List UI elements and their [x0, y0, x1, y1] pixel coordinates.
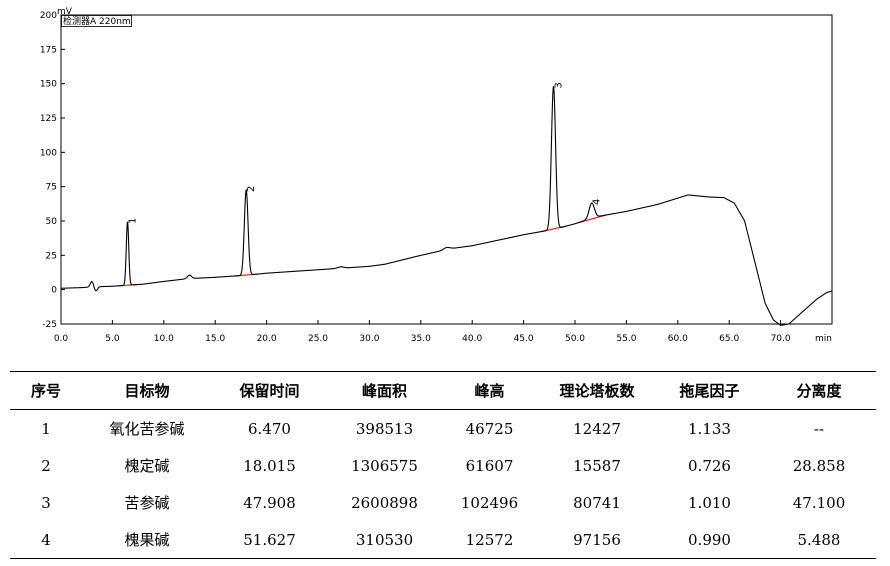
cell-tailing-factor: 1.010 — [688, 493, 731, 512]
x-tick-label: 0.0 — [54, 334, 69, 344]
x-tick-label: 25.0 — [308, 334, 328, 344]
cell-retention-time: 6.470 — [248, 419, 291, 438]
peak-baselines — [118, 214, 607, 287]
cell-peak-height: 102496 — [460, 493, 519, 512]
cell-tailing-factor: 0.726 — [688, 456, 731, 475]
cell-tailing-factor: 1.133 — [688, 419, 731, 438]
x-tick-label: 45.0 — [514, 334, 534, 344]
x-tick-label: 55.0 — [616, 334, 636, 344]
header-retention-time: 保留时间 — [212, 371, 327, 410]
peak-labels: 1 2 3 4 — [128, 82, 603, 224]
table-row: 3 苦参碱 47.908 2600898 102496 80741 1.010 … — [10, 484, 876, 521]
cell-peak-area: 398513 — [355, 419, 414, 438]
cell-peak-area: 2600898 — [351, 493, 418, 512]
header-index: 序号 — [10, 371, 82, 410]
cell-index: 2 — [41, 456, 51, 475]
y-tick-label: 25 — [46, 251, 57, 261]
cell-plate-number: 12427 — [573, 419, 621, 438]
y-tick-label: 0 — [51, 286, 57, 296]
cell-peak-height: 61607 — [465, 456, 514, 475]
cell-retention-time: 47.908 — [243, 493, 296, 512]
y-tick-label: -25 — [42, 320, 57, 330]
x-tick-label: 30.0 — [359, 334, 379, 344]
cell-resolution: 47.100 — [792, 493, 846, 512]
peak-label: 1 — [128, 218, 139, 224]
cell-retention-time: 51.627 — [212, 521, 327, 559]
header-plate-number: 理论塔板数 — [537, 371, 657, 410]
chromatogram-trace — [61, 85, 833, 326]
cell-peak-height: 12572 — [442, 521, 537, 559]
table-row: 4 槐果碱 51.627 310530 12572 97156 0.990 5.… — [10, 521, 876, 559]
x-tick-label: 15.0 — [205, 334, 225, 344]
x-tick-label: 50.0 — [565, 334, 585, 344]
table-row: 1 氧化苦参碱 6.470 398513 46725 12427 1.133 -… — [10, 410, 876, 448]
peak-label: 2 — [246, 186, 257, 192]
detector-label: 检测器A 220nm — [63, 15, 131, 27]
y-tick-label: 200 — [40, 11, 57, 21]
header-resolution: 分离度 — [762, 371, 876, 410]
peak-label: 4 — [592, 199, 603, 205]
cell-peak-height: 46725 — [465, 419, 514, 438]
cell-plate-number: 80741 — [573, 493, 621, 512]
header-peak-area: 峰面积 — [327, 371, 442, 410]
y-tick-label: 175 — [40, 45, 57, 55]
cell-plate-number: 15587 — [573, 456, 621, 475]
cell-target: 苦参碱 — [124, 494, 170, 512]
table-row: 2 槐定碱 18.015 1306575 61607 15587 0.726 2… — [10, 447, 876, 484]
x-tick-label: 65.0 — [719, 334, 739, 344]
cell-target: 槐定碱 — [124, 457, 170, 475]
cell-peak-area: 1306575 — [351, 456, 418, 475]
y-tick-label: 125 — [40, 114, 57, 124]
header-tailing-factor: 拖尾因子 — [657, 371, 762, 410]
y-tick-label: 100 — [40, 148, 57, 158]
cell-peak-area: 310530 — [327, 521, 442, 559]
cell-index: 1 — [41, 419, 51, 438]
y-tick-label: 150 — [40, 80, 57, 90]
plot-frame — [60, 14, 833, 325]
x-tick-label: 10.0 — [154, 334, 174, 344]
results-table: 序号 目标物 保留时间 峰面积 峰高 理论塔板数 拖尾因子 分离度 1 氧化苦参… — [10, 371, 876, 559]
chromatogram: -25 0 25 50 75 100 125 150 175 200 0.0 5.0 10.0 15.0… — [40, 7, 833, 344]
y-tick-label: 50 — [46, 217, 58, 227]
x-tick-label: 40.0 — [462, 334, 482, 344]
cell-target: 槐果碱 — [82, 521, 212, 559]
peak-label: 3 — [553, 82, 564, 88]
cell-tailing-factor: 0.990 — [657, 521, 762, 559]
cell-resolution: -- — [813, 419, 825, 438]
cell-target: 氧化苦参碱 — [109, 420, 185, 438]
x-tick-label: 35.0 — [411, 334, 431, 344]
header-target: 目标物 — [82, 371, 212, 410]
cell-plate-number: 97156 — [537, 521, 657, 559]
y-tick-label: 75 — [46, 183, 57, 193]
x-tick-label: 70.0 — [771, 334, 791, 344]
x-axis-unit: min — [815, 334, 832, 344]
x-tick-label: 20.0 — [257, 334, 277, 344]
cell-resolution: 28.858 — [792, 456, 846, 475]
cell-index: 3 — [41, 493, 51, 512]
cell-retention-time: 18.015 — [243, 456, 296, 475]
table-header-row: 序号 目标物 保留时间 峰面积 峰高 理论塔板数 拖尾因子 分离度 — [10, 371, 876, 410]
cell-index: 4 — [10, 521, 82, 559]
cell-resolution: 5.488 — [762, 521, 876, 559]
x-tick-label: 5.0 — [105, 334, 120, 344]
header-peak-height: 峰高 — [442, 371, 537, 410]
x-tick-label: 60.0 — [668, 334, 688, 344]
